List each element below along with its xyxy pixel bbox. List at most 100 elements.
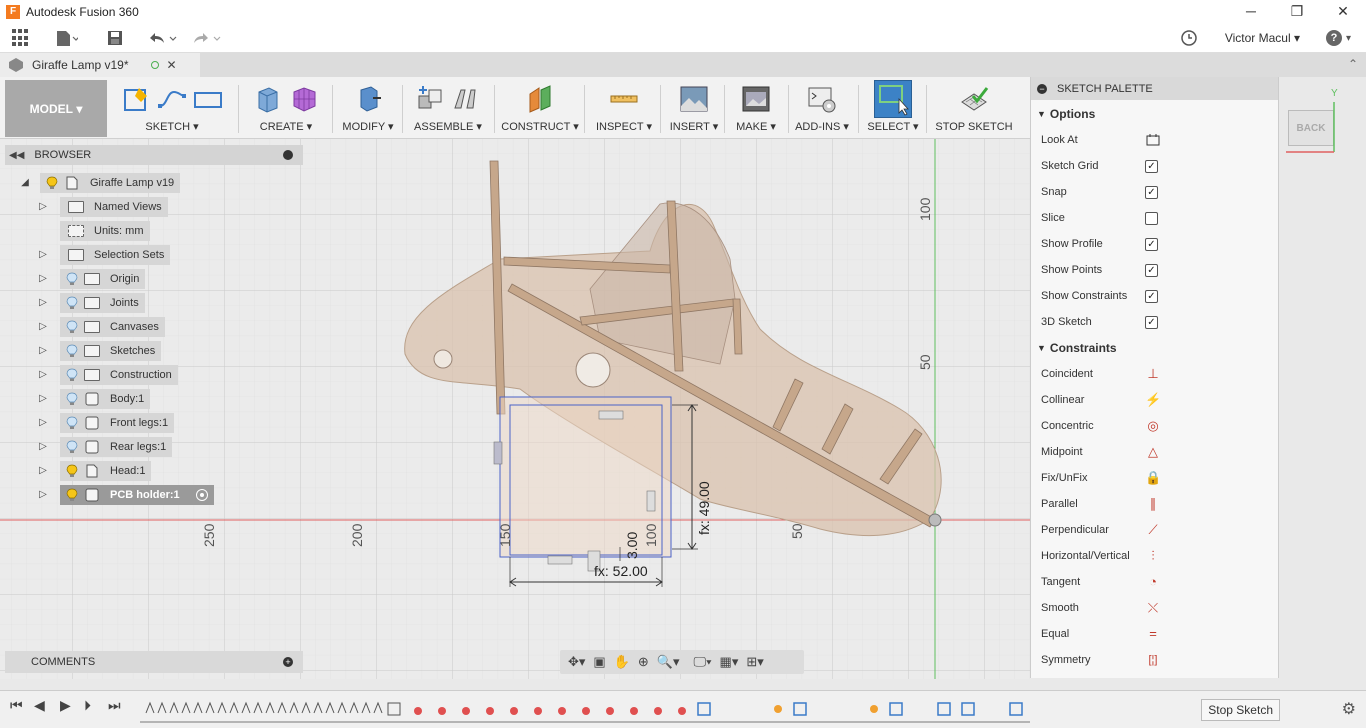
expand-arrow-icon[interactable]: ▷ — [38, 490, 48, 500]
expand-arrow-icon[interactable]: ▷ — [38, 250, 48, 260]
view-cube[interactable]: BACK Y — [1286, 88, 1340, 156]
workspace-switcher[interactable]: MODEL ▾ — [5, 80, 107, 137]
expand-arrow-icon[interactable]: ▷ — [38, 202, 48, 212]
option-3d-sketch[interactable]: 3D Sketch ✓ — [1041, 311, 1269, 333]
expand-arrow-icon[interactable]: ▷ — [38, 370, 48, 380]
visibility-bulb-icon[interactable] — [66, 392, 78, 406]
modify-group[interactable]: MODIFY ▾ — [338, 80, 398, 137]
go-to-end-icon[interactable]: ⏭ — [108, 697, 121, 714]
form-icon[interactable] — [289, 84, 319, 114]
select-icon[interactable] — [874, 80, 912, 118]
concentric-icon[interactable]: ◎ — [1145, 418, 1161, 434]
create-sketch-icon[interactable] — [121, 84, 151, 114]
expand-arrow-icon[interactable]: ▷ — [38, 346, 48, 356]
tree-item-construction[interactable]: ▷ Construction — [38, 365, 178, 385]
lock-icon[interactable]: 🔒 — [1145, 470, 1161, 486]
look-at-icon[interactable]: ▣ — [593, 654, 605, 670]
options-section-header[interactable]: ▼ Options — [1037, 107, 1095, 121]
scripts-icon[interactable] — [807, 84, 837, 114]
timeline-settings-icon[interactable]: ⚙ — [1342, 699, 1356, 719]
constraint-collinear[interactable]: Collinear ⚡ — [1041, 389, 1269, 411]
browser-collapse-icon[interactable]: ◀◀ — [9, 150, 24, 161]
tree-item-rear-legs[interactable]: ▷ Rear legs:1 — [38, 437, 173, 457]
constraint-horizontal-vertical[interactable]: Horizontal/Vertical ⫶ — [1041, 545, 1269, 567]
visibility-bulb-icon[interactable] — [66, 464, 78, 478]
press-pull-icon[interactable] — [353, 84, 383, 114]
expand-arrow-icon[interactable]: ▷ — [38, 322, 48, 332]
make-group[interactable]: MAKE ▾ — [728, 80, 784, 137]
assemble-group[interactable]: ASSEMBLE ▾ — [406, 80, 490, 137]
minimize-button[interactable]: ─ — [1228, 0, 1274, 23]
show-profile-checkbox[interactable]: ✓ — [1145, 237, 1158, 251]
expand-arrow-icon[interactable]: ▷ — [38, 466, 48, 476]
save-button[interactable] — [106, 27, 124, 49]
constraint-perpendicular[interactable]: Perpendicular ⟋ — [1041, 519, 1269, 541]
sketch-viewport[interactable]: 100 50 250 200 150 100 50 fx: 49.00 fx: … — [0, 139, 1030, 679]
option-show-profile[interactable]: Show Profile ✓ — [1041, 233, 1269, 255]
symmetry-icon[interactable]: [¦] — [1145, 652, 1161, 668]
tree-item-named-views[interactable]: ▷ Named Views — [38, 197, 168, 217]
constraint-smooth[interactable]: Smooth ⤬ — [1041, 597, 1269, 619]
visibility-bulb-icon[interactable] — [66, 272, 78, 286]
user-account-menu[interactable]: Victor Macul ▾ — [1225, 31, 1300, 45]
stop-sketch-group[interactable]: STOP SKETCH — [932, 80, 1016, 137]
close-button[interactable]: ✕ — [1320, 0, 1366, 23]
3d-sketch-checkbox[interactable]: ✓ — [1145, 315, 1158, 329]
tree-item-sketches[interactable]: ▷ Sketches — [38, 341, 162, 361]
browser-minimize-icon[interactable] — [283, 150, 293, 160]
play-icon[interactable]: ▶ — [60, 697, 71, 714]
constraint-equal[interactable]: Equal = — [1041, 623, 1269, 645]
expand-arrow-icon[interactable]: ▷ — [38, 442, 48, 452]
constraint-parallel[interactable]: Parallel ∥ — [1041, 493, 1269, 515]
tree-item-head[interactable]: ▷ Head:1 — [38, 461, 152, 481]
tree-item-canvases[interactable]: ▷ Canvases — [38, 317, 165, 337]
sketch-grid-checkbox[interactable]: ✓ — [1145, 159, 1158, 173]
show-constraints-checkbox[interactable]: ✓ — [1145, 289, 1158, 303]
visibility-bulb-icon[interactable] — [66, 416, 78, 430]
midpoint-icon[interactable]: △ — [1145, 444, 1161, 460]
add-ins-group[interactable]: ADD-INS ▾ — [792, 80, 852, 137]
tree-item-joints[interactable]: ▷ Joints — [38, 293, 145, 313]
new-component-icon[interactable] — [415, 84, 445, 114]
stop-sketch-icon[interactable] — [959, 84, 989, 114]
visibility-bulb-icon[interactable] — [66, 440, 78, 454]
expand-arrow-icon[interactable]: ▷ — [38, 274, 48, 284]
activate-component-icon[interactable] — [195, 489, 208, 501]
pan-icon[interactable]: ✋ — [614, 654, 630, 670]
tree-item-selection-sets[interactable]: ▷ Selection Sets — [38, 245, 171, 265]
look-at-icon[interactable] — [1145, 132, 1161, 148]
option-show-constraints[interactable]: Show Constraints ✓ — [1041, 285, 1269, 307]
collinear-icon[interactable]: ⚡ — [1145, 392, 1161, 408]
help-button[interactable]: ? ▾ — [1326, 27, 1351, 49]
smooth-icon[interactable]: ⤬ — [1145, 600, 1161, 616]
offset-plane-icon[interactable] — [525, 84, 555, 114]
go-to-start-icon[interactable]: ⏮ — [10, 697, 23, 714]
tree-item-body[interactable]: ▷ Body:1 — [38, 389, 151, 409]
expand-icon[interactable]: ⌃ — [1348, 57, 1358, 71]
line-icon[interactable] — [157, 84, 187, 114]
coincident-icon[interactable]: ⊥ — [1145, 366, 1161, 382]
close-tab-button[interactable]: ✕ — [167, 58, 177, 72]
job-status-button[interactable] — [1180, 27, 1198, 49]
option-sketch-grid[interactable]: Sketch Grid ✓ — [1041, 155, 1269, 177]
equal-icon[interactable]: = — [1145, 626, 1161, 642]
visibility-bulb-icon[interactable] — [66, 296, 78, 310]
constraint-coincident[interactable]: Coincident ⊥ — [1041, 363, 1269, 385]
expand-arrow-icon[interactable]: ▷ — [38, 298, 48, 308]
constraint-tangent[interactable]: Tangent ◔ — [1041, 571, 1269, 593]
snap-checkbox[interactable]: ✓ — [1145, 185, 1158, 199]
dimension-small[interactable]: 3.00 — [624, 532, 640, 559]
orbit-icon[interactable]: ✥▾ — [568, 654, 585, 670]
viewport-canvas[interactable]: 100 50 250 200 150 100 50 fx: 49.00 fx: … — [0, 139, 1030, 679]
dimension-height[interactable]: fx: 49.00 — [696, 481, 712, 535]
inspect-group[interactable]: INSPECT ▾ — [592, 80, 656, 137]
viewports-icon[interactable]: ⊞▾ — [746, 654, 763, 670]
palette-collapse-icon[interactable]: − — [1037, 83, 1047, 94]
tree-item-origin[interactable]: ▷ Origin — [38, 269, 146, 289]
constraint-symmetry[interactable]: Symmetry [¦] — [1041, 649, 1269, 671]
option-slice[interactable]: Slice — [1041, 207, 1269, 229]
sketch-group[interactable]: SKETCH ▾ — [112, 80, 232, 137]
tree-root-row[interactable]: ◢ Giraffe Lamp v19 — [20, 173, 181, 193]
horizontal-vertical-icon[interactable]: ⫶ — [1145, 548, 1161, 564]
option-snap[interactable]: Snap ✓ — [1041, 181, 1269, 203]
